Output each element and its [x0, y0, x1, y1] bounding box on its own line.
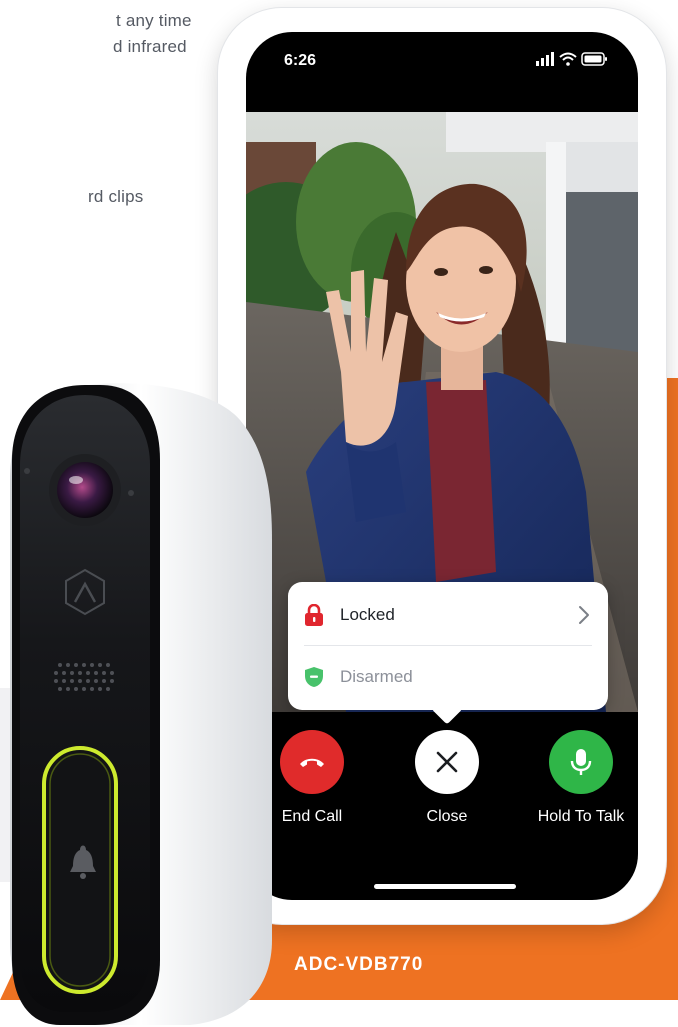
signal-icon — [536, 52, 554, 66]
hold-to-talk-button[interactable] — [549, 730, 613, 794]
phone-mockup: 6:26 Locked Disarmed End Call Close Hold… — [218, 8, 666, 924]
hang-up-icon — [300, 758, 324, 767]
doorbell-camera-image — [10, 383, 272, 1025]
home-indicator — [374, 884, 516, 889]
close-icon — [436, 751, 458, 773]
status-bar-time: 6:26 — [284, 52, 317, 69]
phone-screen: 6:26 Locked Disarmed End Call Close Hold… — [246, 32, 638, 900]
chevron-right-icon — [579, 605, 589, 624]
lock-status-row[interactable]: Locked — [304, 584, 592, 646]
shield-icon — [305, 667, 323, 687]
phone-notch — [334, 32, 550, 68]
lock-status-label: Locked — [340, 604, 395, 624]
close-label: Close — [426, 808, 468, 825]
battery-icon — [581, 52, 607, 66]
end-call-button[interactable] — [280, 730, 344, 794]
security-status-label: Disarmed — [340, 667, 413, 686]
status-bar-icons — [536, 52, 607, 66]
microphone-icon — [570, 749, 592, 775]
smart-home-popup: Locked Disarmed — [288, 582, 608, 725]
close-button[interactable] — [415, 730, 479, 794]
lock-icon — [305, 603, 323, 626]
hold-to-talk-label: Hold To Talk — [537, 808, 625, 825]
product-model-label: ADC-VDB770 — [294, 954, 424, 975]
wifi-icon — [559, 52, 577, 66]
security-status-row[interactable]: Disarmed — [304, 646, 592, 708]
